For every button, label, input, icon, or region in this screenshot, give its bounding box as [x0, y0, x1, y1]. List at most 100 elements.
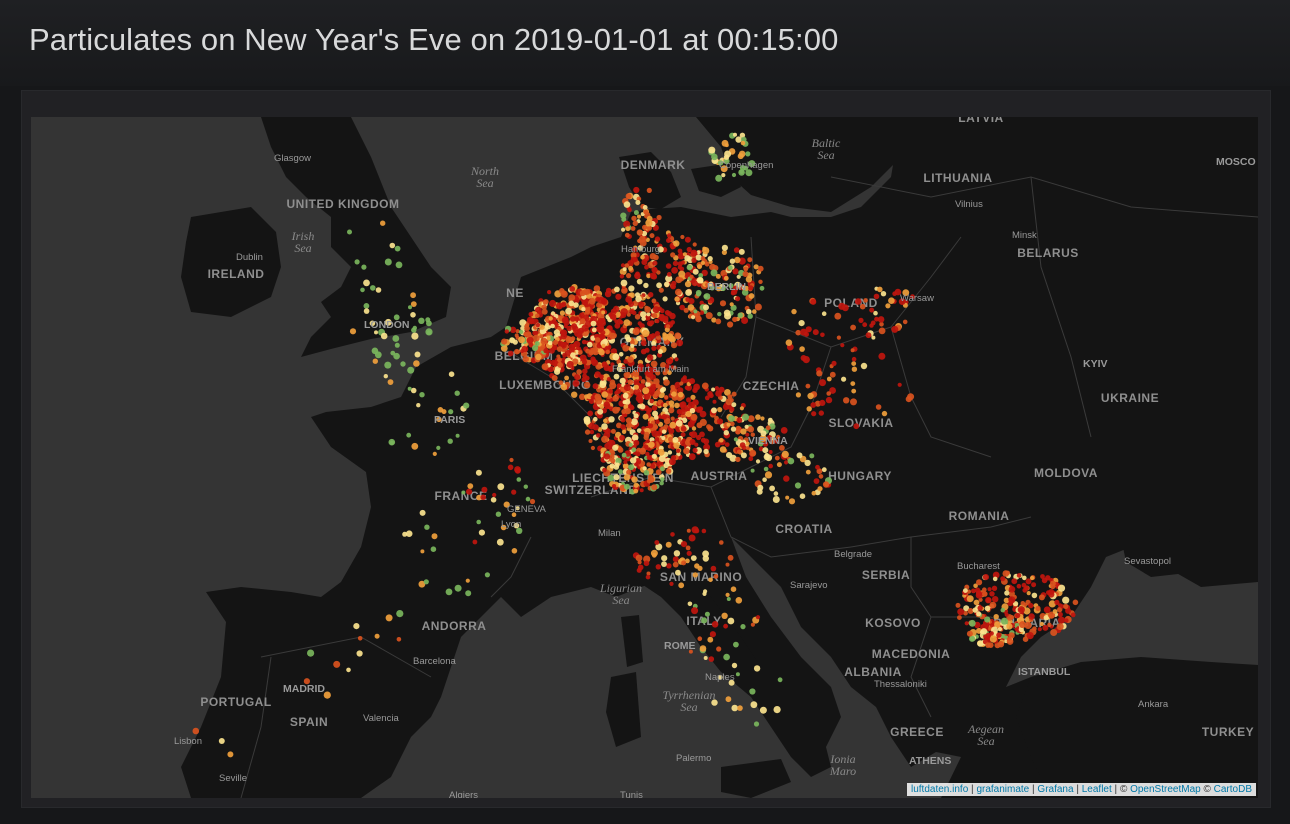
sensor-marker	[788, 498, 796, 505]
sensor-marker	[796, 452, 803, 459]
sensor-marker	[1028, 602, 1034, 609]
sensor-marker	[651, 341, 657, 346]
sensor-marker	[643, 470, 650, 476]
sensor-marker	[880, 291, 887, 297]
sensor-marker	[644, 305, 649, 310]
sensor-marker	[749, 449, 757, 457]
sensor-marker	[657, 349, 663, 355]
sensor-marker	[655, 564, 661, 570]
sensor-marker	[821, 311, 827, 316]
sensor-marker	[535, 353, 542, 361]
sensor-marker	[1026, 591, 1031, 596]
luftdaten-link[interactable]: luftdaten.info	[911, 784, 968, 795]
sensor-marker	[675, 288, 682, 296]
sensor-marker	[670, 342, 678, 349]
sensor-marker	[762, 447, 769, 454]
sensor-marker	[622, 344, 630, 352]
sensor-marker	[660, 477, 665, 482]
sensor-marker	[875, 404, 882, 410]
sensor-marker	[966, 595, 974, 603]
sensor-marker	[684, 280, 692, 288]
sensor-marker	[532, 334, 540, 342]
sensor-marker	[708, 656, 715, 662]
sensor-marker	[642, 329, 650, 338]
sensor-marker	[831, 360, 837, 366]
leaflet-link[interactable]: Leaflet	[1082, 784, 1112, 795]
sensor-marker	[600, 318, 606, 323]
sensor-marker	[410, 312, 416, 318]
sensor-marker	[755, 459, 761, 464]
sensor-marker	[750, 622, 756, 627]
sensor-marker	[992, 576, 998, 582]
country-label-serbia: SERBIA	[862, 568, 910, 582]
sensor-marker	[765, 425, 771, 431]
sensor-marker	[432, 451, 437, 456]
sensor-marker	[768, 463, 773, 469]
map-viewport[interactable]: North Sea Baltic Sea Irish Sea Ligurian Sea Tyrr…	[31, 117, 1258, 798]
sensor-marker	[730, 586, 737, 592]
sensor-marker	[565, 349, 571, 356]
sensor-marker	[551, 375, 558, 381]
sensor-marker	[560, 329, 568, 337]
sensor-marker	[791, 308, 797, 315]
sensor-marker	[738, 150, 746, 158]
sensor-marker	[671, 391, 677, 397]
sensor-marker	[1070, 612, 1076, 618]
sensor-marker	[859, 303, 866, 310]
sensor-marker	[687, 401, 695, 409]
sensor-marker	[873, 310, 878, 316]
map-svg[interactable]: NorthSeaBalticSeaIrishSeaLigurianSeaTyrr…	[31, 117, 1258, 798]
sensor-marker	[651, 312, 658, 319]
sensor-marker	[773, 706, 781, 714]
sensor-marker	[672, 561, 679, 568]
sensor-marker	[753, 721, 760, 727]
sensor-marker	[776, 462, 782, 468]
sensor-marker	[816, 370, 823, 377]
sensor-marker	[673, 550, 681, 557]
sensor-marker	[437, 407, 444, 413]
country-label-portugal: PORTUGAL	[200, 695, 271, 709]
sensor-marker	[593, 416, 598, 422]
sensor-marker	[704, 611, 710, 617]
sensor-marker	[715, 174, 723, 182]
sensor-marker	[580, 318, 586, 324]
sensor-marker	[729, 406, 735, 412]
sensor-marker	[873, 293, 880, 300]
sensor-marker	[535, 313, 540, 319]
sensor-marker	[1031, 582, 1037, 588]
sensor-marker	[478, 529, 485, 536]
grafana-link[interactable]: Grafana	[1037, 784, 1073, 795]
sensor-marker	[850, 348, 855, 353]
sensor-marker	[689, 408, 696, 414]
country-label-romania: ROMANIA	[949, 509, 1010, 523]
sensor-marker	[622, 392, 629, 399]
cartodb-link[interactable]: CartoDB	[1214, 784, 1252, 795]
sensor-marker	[674, 402, 680, 409]
sensor-marker	[643, 560, 650, 567]
sensor-marker	[646, 354, 654, 361]
sensor-marker	[1000, 607, 1006, 613]
sensor-marker	[727, 617, 735, 625]
city-label-milan: Milan	[598, 528, 621, 539]
sensor-marker	[735, 672, 740, 677]
sensor-marker	[654, 540, 660, 545]
sensor-marker	[755, 615, 761, 620]
sensor-marker	[984, 605, 991, 612]
sensor-marker	[516, 477, 522, 482]
sensor-marker	[729, 302, 734, 307]
sensor-marker	[985, 642, 991, 648]
sensor-marker	[370, 285, 376, 291]
sensor-marker	[795, 392, 802, 398]
grafanimate-link[interactable]: grafanimate	[976, 784, 1029, 795]
sensor-marker	[681, 560, 687, 566]
openstreetmap-link[interactable]: OpenStreetMap	[1130, 784, 1201, 795]
sensor-marker	[1028, 613, 1035, 620]
sea-label-ligurian_sea-line2: Sea	[612, 593, 629, 607]
sensor-marker	[636, 335, 642, 342]
sensor-marker	[748, 456, 754, 462]
sensor-marker	[661, 429, 667, 434]
sensor-marker	[514, 467, 521, 474]
sensor-marker	[697, 636, 703, 641]
sensor-marker	[636, 229, 643, 236]
sensor-marker	[496, 538, 504, 546]
